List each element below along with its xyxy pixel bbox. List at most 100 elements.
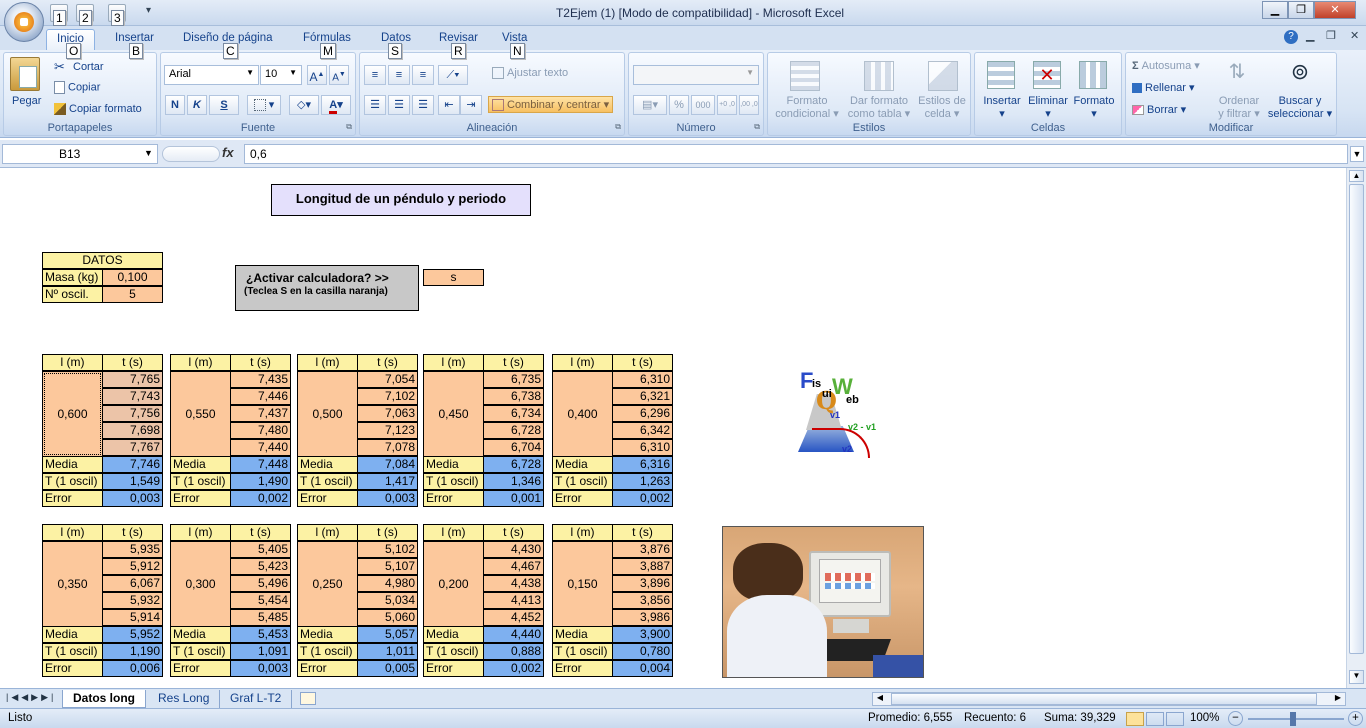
paste-icon[interactable]	[10, 57, 40, 91]
expand-formula-bar-icon[interactable]: ▼	[1350, 146, 1364, 162]
oscil-value[interactable]: 5	[102, 286, 163, 303]
scroll-up-icon[interactable]: ▲	[1349, 170, 1364, 182]
error-value[interactable]: 0,003	[102, 490, 163, 507]
period-label[interactable]: T (1 oscil)	[423, 473, 484, 490]
fill-color-button[interactable]: ◇▾	[289, 95, 319, 115]
media-value[interactable]: 5,453	[230, 626, 291, 643]
media-label[interactable]: Media	[297, 626, 358, 643]
calculator-answer[interactable]: s	[423, 269, 484, 286]
length-cell[interactable]: 0,450	[423, 371, 484, 457]
insert-function-icon[interactable]: fx	[222, 145, 234, 160]
italic-button[interactable]: K	[187, 95, 207, 115]
time-cell[interactable]: 4,430	[483, 541, 544, 558]
paste-button[interactable]: Pegar	[12, 95, 41, 107]
time-cell[interactable]: 7,698	[102, 422, 163, 439]
percent-button[interactable]: %	[669, 95, 689, 115]
media-value[interactable]: 7,084	[357, 456, 418, 473]
error-label[interactable]: Error	[552, 490, 613, 507]
col-header-l[interactable]: l (m)	[170, 354, 231, 371]
close-button[interactable]: ✕	[1314, 1, 1356, 19]
error-value[interactable]: 0,006	[102, 660, 163, 677]
clear-button[interactable]: Borrar ▾	[1132, 103, 1186, 116]
sheet-tab-datos-long[interactable]: Datos long	[62, 690, 146, 708]
underline-button[interactable]: S	[209, 95, 239, 115]
sheet-tab-res-long[interactable]: Res Long	[148, 690, 221, 708]
period-label[interactable]: T (1 oscil)	[552, 473, 613, 490]
media-label[interactable]: Media	[552, 626, 613, 643]
media-label[interactable]: Media	[42, 626, 103, 643]
cut-button[interactable]: ✂ Cortar	[54, 59, 104, 75]
dialog-launcher-icon[interactable]: ⧉	[615, 122, 621, 132]
period-value[interactable]: 1,091	[230, 643, 291, 660]
time-cell[interactable]: 6,067	[102, 575, 163, 592]
error-value[interactable]: 0,003	[357, 490, 418, 507]
period-value[interactable]: 1,190	[102, 643, 163, 660]
help-icon[interactable]: ?	[1284, 30, 1298, 44]
normal-view-icon[interactable]	[1126, 712, 1144, 726]
fill-button[interactable]: Rellenar ▾	[1132, 81, 1195, 94]
datos-header[interactable]: DATOS	[42, 252, 163, 269]
col-header-l[interactable]: l (m)	[552, 354, 613, 371]
period-label[interactable]: T (1 oscil)	[423, 643, 484, 660]
error-value[interactable]: 0,002	[230, 490, 291, 507]
time-cell[interactable]: 6,342	[612, 422, 673, 439]
period-value[interactable]: 0,780	[612, 643, 673, 660]
sheet-tab-graf-lt2[interactable]: Graf L-T2	[220, 690, 293, 708]
autosum-button[interactable]: Σ Autosuma ▾	[1132, 59, 1200, 72]
bold-button[interactable]: N	[165, 95, 185, 115]
time-cell[interactable]: 4,438	[483, 575, 544, 592]
period-value[interactable]: 1,011	[357, 643, 418, 660]
col-header-t[interactable]: t (s)	[483, 354, 544, 371]
find-select-button[interactable]: Buscar y seleccionar ▾	[1266, 95, 1334, 121]
font-name-combo[interactable]: Arial ▼	[164, 65, 259, 85]
media-label[interactable]: Media	[423, 626, 484, 643]
masa-label[interactable]: Masa (kg)	[42, 269, 103, 286]
time-cell[interactable]: 6,310	[612, 371, 673, 388]
align-middle-button[interactable]: ≡	[388, 65, 410, 85]
media-value[interactable]: 5,057	[357, 626, 418, 643]
period-value[interactable]: 1,549	[102, 473, 163, 490]
period-value[interactable]: 0,888	[483, 643, 544, 660]
col-header-l[interactable]: l (m)	[42, 524, 103, 541]
period-value[interactable]: 1,490	[230, 473, 291, 490]
decrease-indent-button[interactable]: ⇤	[438, 95, 460, 115]
error-label[interactable]: Error	[42, 660, 103, 677]
align-left-button[interactable]: ☰	[364, 95, 386, 115]
media-label[interactable]: Media	[170, 626, 231, 643]
time-cell[interactable]: 5,935	[102, 541, 163, 558]
period-label[interactable]: T (1 oscil)	[170, 643, 231, 660]
error-value[interactable]: 0,004	[612, 660, 673, 677]
period-value[interactable]: 1,417	[357, 473, 418, 490]
time-cell[interactable]: 5,107	[357, 558, 418, 575]
merge-center-button[interactable]: Combinar y centrar ▾	[488, 96, 614, 114]
time-cell[interactable]: 7,446	[230, 388, 291, 405]
ribbon-minimize-icon[interactable]: ▁	[1306, 29, 1314, 42]
media-label[interactable]: Media	[170, 456, 231, 473]
time-cell[interactable]: 6,735	[483, 371, 544, 388]
dialog-launcher-icon[interactable]: ⧉	[754, 122, 760, 132]
period-label[interactable]: T (1 oscil)	[170, 473, 231, 490]
error-label[interactable]: Error	[297, 660, 358, 677]
time-cell[interactable]: 7,743	[102, 388, 163, 405]
length-cell[interactable]: 0,400	[552, 371, 613, 457]
error-label[interactable]: Error	[552, 660, 613, 677]
cell-styles-button[interactable]: Estilos de celda ▾	[914, 95, 970, 121]
length-cell[interactable]: 0,550	[170, 371, 231, 457]
shrink-font-button[interactable]: A▼	[329, 65, 349, 85]
formula-input[interactable]: 0,6	[244, 144, 1348, 164]
media-value[interactable]: 3,900	[612, 626, 673, 643]
length-cell[interactable]: 0,250	[297, 541, 358, 627]
time-cell[interactable]: 4,467	[483, 558, 544, 575]
conditional-format-button[interactable]: Formato condicional ▾	[772, 95, 842, 121]
copy-button[interactable]: Copiar	[54, 81, 100, 94]
insert-sheet-icon[interactable]	[300, 692, 316, 705]
ribbon-close-icon[interactable]: ✕	[1350, 29, 1359, 42]
time-cell[interactable]: 6,738	[483, 388, 544, 405]
length-cell[interactable]: 0,150	[552, 541, 613, 627]
error-value[interactable]: 0,002	[483, 660, 544, 677]
error-value[interactable]: 0,003	[230, 660, 291, 677]
time-cell[interactable]: 7,765	[102, 371, 163, 388]
time-cell[interactable]: 6,734	[483, 405, 544, 422]
grow-font-button[interactable]: A▲	[307, 65, 327, 85]
zoom-level[interactable]: 100%	[1190, 712, 1219, 724]
